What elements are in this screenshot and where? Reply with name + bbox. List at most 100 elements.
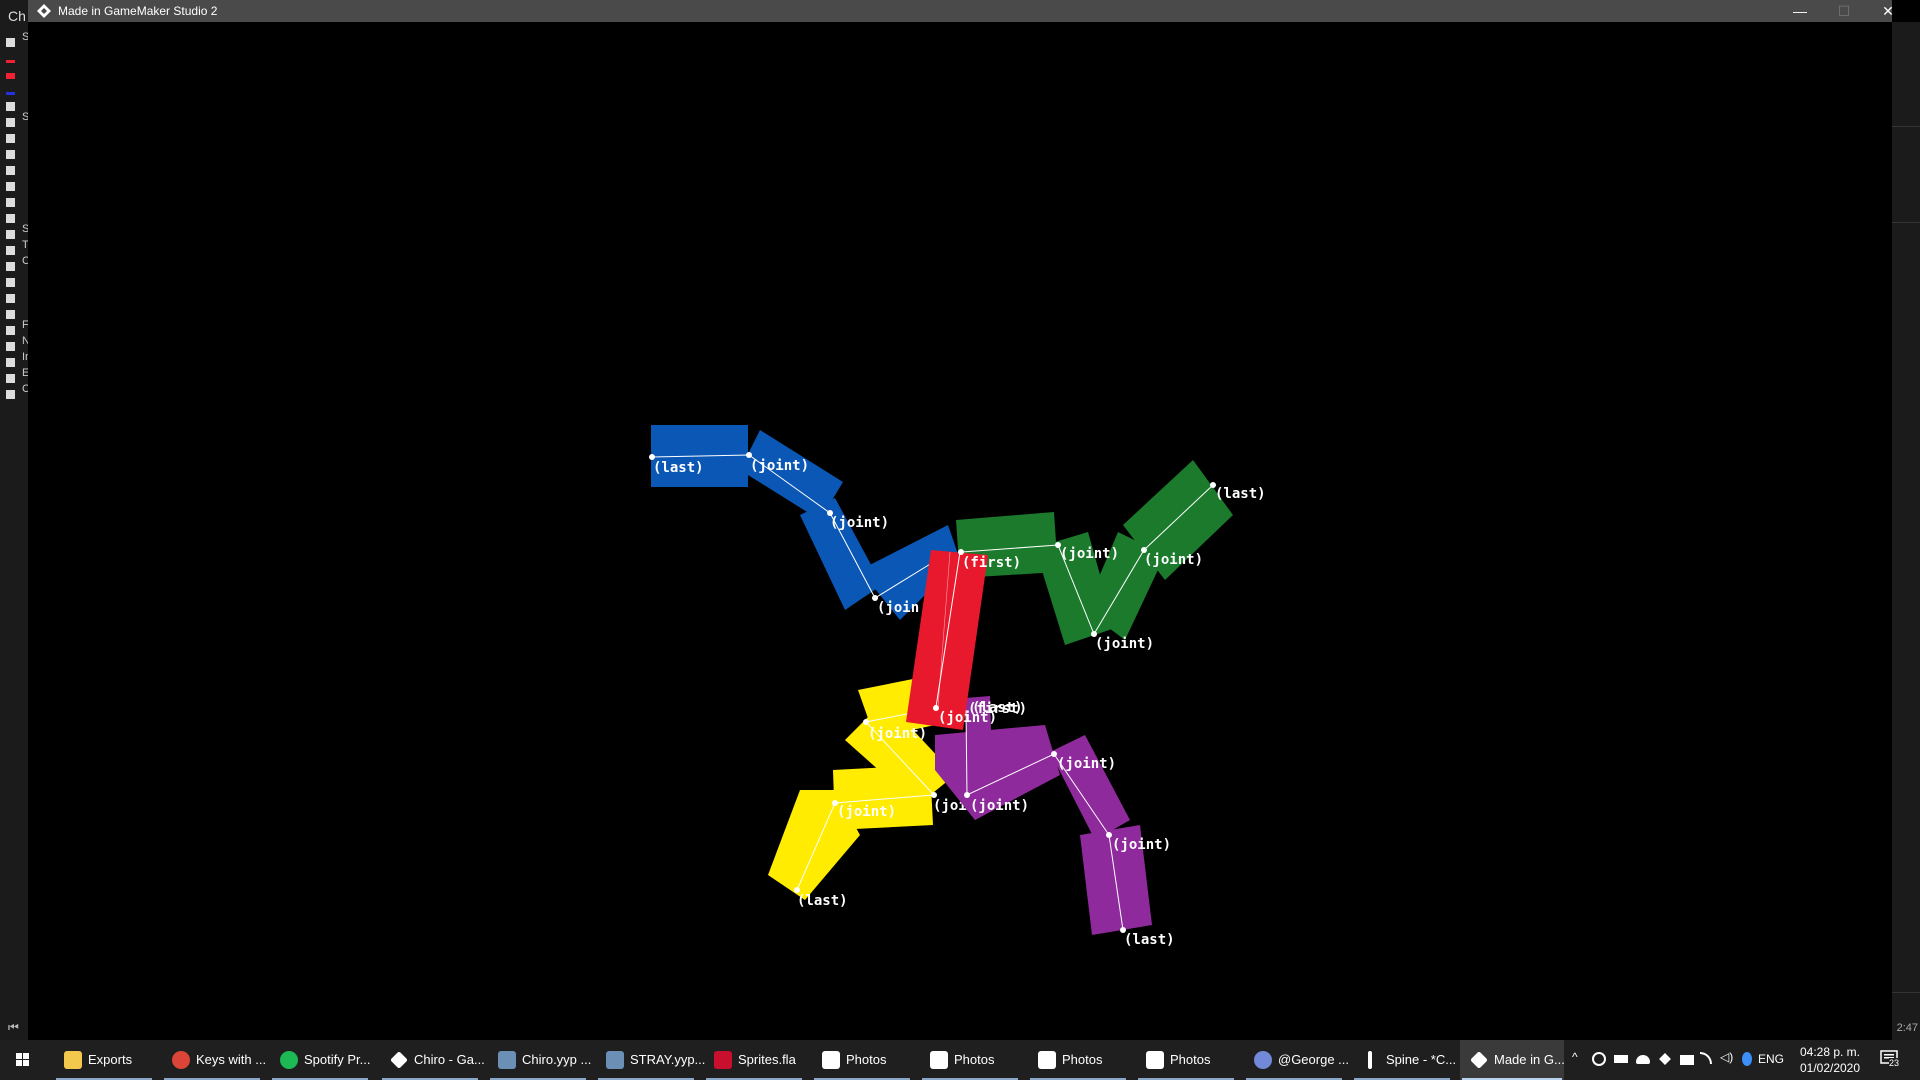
file-icon (6, 310, 15, 319)
window-title: Made in GameMaker Studio 2 (58, 4, 218, 18)
discord-icon (1254, 1051, 1272, 1069)
app-tray-icon[interactable] (1592, 1052, 1606, 1066)
taskbar-item-discord[interactable]: @George ... (1244, 1040, 1349, 1080)
taskbar-item-made-in-gamemaker[interactable]: Made in G... (1460, 1040, 1565, 1080)
folder-icon (6, 374, 15, 383)
blue-joint-label: (joint) (830, 515, 889, 531)
taskbar-item-exports[interactable]: Exports (54, 1040, 154, 1080)
taskbar-item-photos[interactable]: Photos (812, 1040, 912, 1080)
tree-item[interactable] (6, 146, 24, 159)
yellow-joint-label: (joint) (837, 804, 896, 820)
tree-item[interactable] (6, 162, 24, 175)
divider (1892, 992, 1920, 993)
taskbar-clock[interactable]: 04:28 p. m. 01/02/2020 (1792, 1044, 1868, 1076)
tree-item[interactable] (6, 194, 24, 207)
spine-icon (1368, 1051, 1372, 1069)
folder-icon (64, 1051, 82, 1069)
skip-back-icon[interactable]: ⏮ (8, 1020, 19, 1035)
yellow-joint-point[interactable] (863, 719, 869, 725)
gamemaker-icon (390, 1051, 408, 1069)
gamemaker-project-icon (498, 1051, 516, 1069)
taskbar-item-chiro-gamemaker[interactable]: Chiro - Ga... (380, 1040, 485, 1080)
maximize-button[interactable]: ☐ (1822, 0, 1866, 22)
green-last-label: (last) (1215, 486, 1266, 502)
dropbox-icon[interactable] (1659, 1053, 1671, 1065)
battery-icon[interactable] (1614, 1055, 1628, 1063)
tree-item[interactable] (6, 130, 24, 143)
tree-item[interactable]: C (6, 255, 30, 271)
file-icon (6, 214, 15, 223)
flash-icon (714, 1051, 732, 1069)
taskbar-item-photos[interactable]: Photos (1028, 1040, 1128, 1080)
taskbar-item-chiro-yyp[interactable]: Chiro.yyp ... (488, 1040, 591, 1080)
folder-icon (6, 326, 15, 335)
tree-item[interactable] (6, 274, 24, 287)
windows-start-icon[interactable] (0, 1040, 44, 1080)
taskbar-item-spotify[interactable]: Spotify Pr... (270, 1040, 370, 1080)
tree-item[interactable]: S (6, 111, 29, 127)
tree-item[interactable] (6, 50, 24, 63)
volume-icon[interactable]: ◁) (1720, 1050, 1734, 1064)
tree-item[interactable]: F (6, 319, 29, 335)
file-icon (6, 182, 15, 191)
purple-joint-label: (joint) (1112, 837, 1171, 853)
clock-date: 01/02/2020 (1799, 1061, 1861, 1075)
skeleton-stage[interactable]: (last) (joint) (joint) (join (joint) (jo… (28, 22, 1892, 1040)
photos-icon (930, 1051, 948, 1069)
tree-item[interactable] (6, 82, 24, 95)
purple-last-label: (last) (1124, 932, 1175, 948)
system-tray: ^ ◁) ENG (1570, 1040, 1790, 1080)
taskbar-item-chrome[interactable]: Keys with ... (162, 1040, 266, 1080)
taskbar-item-spine[interactable]: Spine - *C... (1352, 1040, 1456, 1080)
close-button[interactable]: ✕ (1866, 0, 1910, 22)
notification-count: 23 (1889, 1058, 1900, 1068)
tree-item[interactable] (6, 66, 24, 79)
divider (1892, 222, 1920, 223)
taskbar-item-sprites-fla[interactable]: Sprites.fla (704, 1040, 804, 1080)
spotify-icon (280, 1051, 298, 1069)
folder-icon (6, 262, 15, 271)
tree-item[interactable]: S (6, 223, 29, 239)
chrome-icon (172, 1051, 190, 1069)
photos-icon (1038, 1051, 1056, 1069)
sprite-icon (6, 92, 15, 95)
taskbar-item-stray-yyp[interactable]: STRAY.yyp... (596, 1040, 705, 1080)
folder-icon (6, 358, 15, 367)
tree-item[interactable]: T (6, 239, 29, 255)
folder-icon (6, 246, 15, 255)
tree-item[interactable] (6, 210, 24, 223)
cloud-icon[interactable] (1636, 1055, 1650, 1064)
minimize-button[interactable]: — (1778, 0, 1822, 22)
taskbar: Exports Keys with ... Spotify Pr... Chir… (0, 1040, 1920, 1080)
folder-icon (6, 38, 15, 47)
tree-item[interactable] (6, 306, 24, 319)
window-titlebar[interactable]: Made in GameMaker Studio 2 — ☐ ✕ (28, 0, 1894, 22)
notification-center-button[interactable]: 23 (1880, 1050, 1900, 1068)
wifi-icon[interactable] (1700, 1052, 1712, 1064)
yellow-last-label: (last) (797, 893, 848, 909)
tree-item[interactable]: C (6, 383, 30, 399)
tree-item[interactable]: N (6, 335, 30, 351)
background-ide-title: Ch (8, 8, 26, 24)
language-indicator[interactable]: ENG (1758, 1052, 1788, 1066)
tree-item[interactable] (6, 290, 24, 303)
storage-icon[interactable] (1680, 1055, 1694, 1065)
tree-item[interactable]: In (6, 351, 31, 367)
tree-item[interactable]: S (6, 31, 29, 47)
photos-icon (1146, 1051, 1164, 1069)
tree-item[interactable]: E (6, 367, 29, 383)
purple-bone-segment[interactable] (1050, 735, 1130, 840)
tree-item[interactable] (6, 178, 24, 191)
tree-item[interactable] (6, 98, 24, 111)
file-icon (6, 166, 15, 175)
blue-bone-chain[interactable]: (last) (joint) (joint) (join (649, 425, 960, 620)
game-window[interactable]: Made in GameMaker Studio 2 — ☐ ✕ (last) … (28, 0, 1894, 1040)
red-first-label: (first) (962, 555, 1021, 571)
game-canvas[interactable]: (last) (joint) (joint) (join (joint) (jo… (28, 22, 1892, 1040)
chevron-up-icon[interactable]: ^ (1572, 1050, 1586, 1064)
purple-bone-chain[interactable]: (joint) (joint) (joint) (last) (935, 696, 1175, 948)
yellow-joint-label: (joint) (938, 710, 997, 726)
taskbar-item-photos[interactable]: Photos (920, 1040, 1020, 1080)
bluetooth-icon[interactable] (1742, 1052, 1752, 1066)
taskbar-item-photos[interactable]: Photos (1136, 1040, 1236, 1080)
